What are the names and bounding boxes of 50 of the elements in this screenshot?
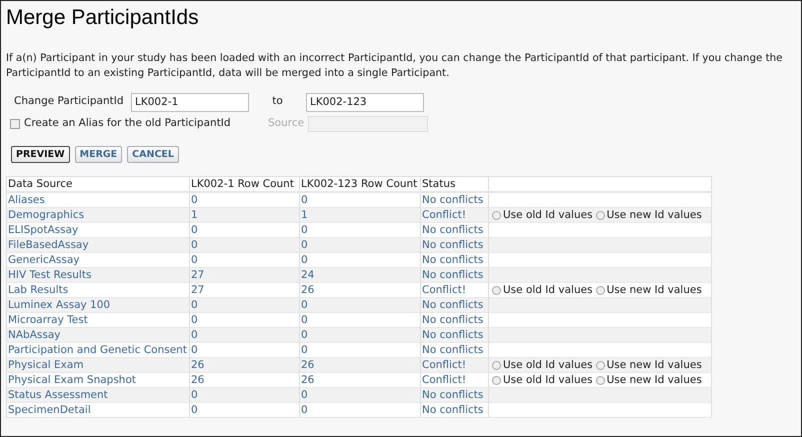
old-id-field[interactable]: LK002-1 [131,92,249,112]
data-source-link[interactable]: GenericAssay [8,254,80,266]
radio-label: Use new Id values [606,283,702,297]
column-header: LK002-123 Row Count [300,176,420,192]
column-header: Status [420,176,488,192]
radio-button[interactable] [492,210,501,220]
data-source-link[interactable]: Physical Exam Snapshot [8,374,136,386]
table-cell: 0 [300,402,420,418]
column-header: LK002-1 Row Count [190,176,300,192]
radio-button[interactable] [596,286,605,294]
page-title: Merge ParticipantIds [6,5,200,31]
radio-label: Use new Id values [606,373,702,387]
data-source-link[interactable]: HIV Test Results [8,269,92,281]
table-cell: 0 [190,402,300,418]
radio-label: Use new Id values [606,208,702,222]
radio-button[interactable] [492,286,501,294]
data-source-link[interactable]: NAbAssay [8,329,60,341]
data-source-link[interactable]: Physical Exam [8,359,84,371]
field-label: Change ParticipantId [14,94,125,110]
radio-label: Use old Id values [503,358,593,372]
data-source-link[interactable]: FileBasedAssay [8,239,89,251]
data-source-link[interactable]: ELISpotAssay [8,224,78,236]
radio-button[interactable] [492,376,501,384]
alias-checkbox[interactable] [10,119,20,129]
status-cell: No conflicts [420,402,488,418]
action-button[interactable]: MERGE [74,146,122,163]
data-source-link[interactable]: Aliases [8,194,45,206]
radio-label: Use old Id values [503,373,593,387]
data-source-link[interactable]: Demographics [8,209,84,221]
data-source-link[interactable]: Microarray Test [8,314,88,326]
radio-button[interactable] [596,360,605,370]
action-button[interactable]: CANCEL [127,146,179,163]
radio-label: Use old Id values [503,208,593,222]
data-source-link[interactable]: Lab Results [8,284,68,296]
checkbox-label: Create an Alias for the old ParticipantId [24,116,232,132]
data-source-link[interactable]: Participation and Genetic Consent [8,344,187,356]
action-button[interactable]: PREVIEW [11,146,70,163]
data-source-link[interactable]: Status Assessment [8,389,108,401]
data-source-link[interactable]: SpecimenDetail [8,404,91,416]
column-header: Data Source [6,176,190,192]
radio-button[interactable] [596,210,605,220]
new-id-field[interactable]: LK002-123 [306,92,424,112]
radio-label: Use new Id values [606,358,702,372]
radio-label: Use old Id values [503,283,593,297]
field-label: Source [268,116,304,132]
field-label: to [271,94,284,110]
radio-button[interactable] [596,376,605,384]
radio-button[interactable] [492,360,501,370]
data-source-link[interactable]: Luminex Assay 100 [8,299,110,311]
intro-paragraph: If a(n) Participant in your study has been loaded with an incorrect ParticipantId, you can change the ParticipantId of that participant. If you change the ParticipantId to an existing ParticipantId, data will be merged into a single Participant. [6,51,784,81]
